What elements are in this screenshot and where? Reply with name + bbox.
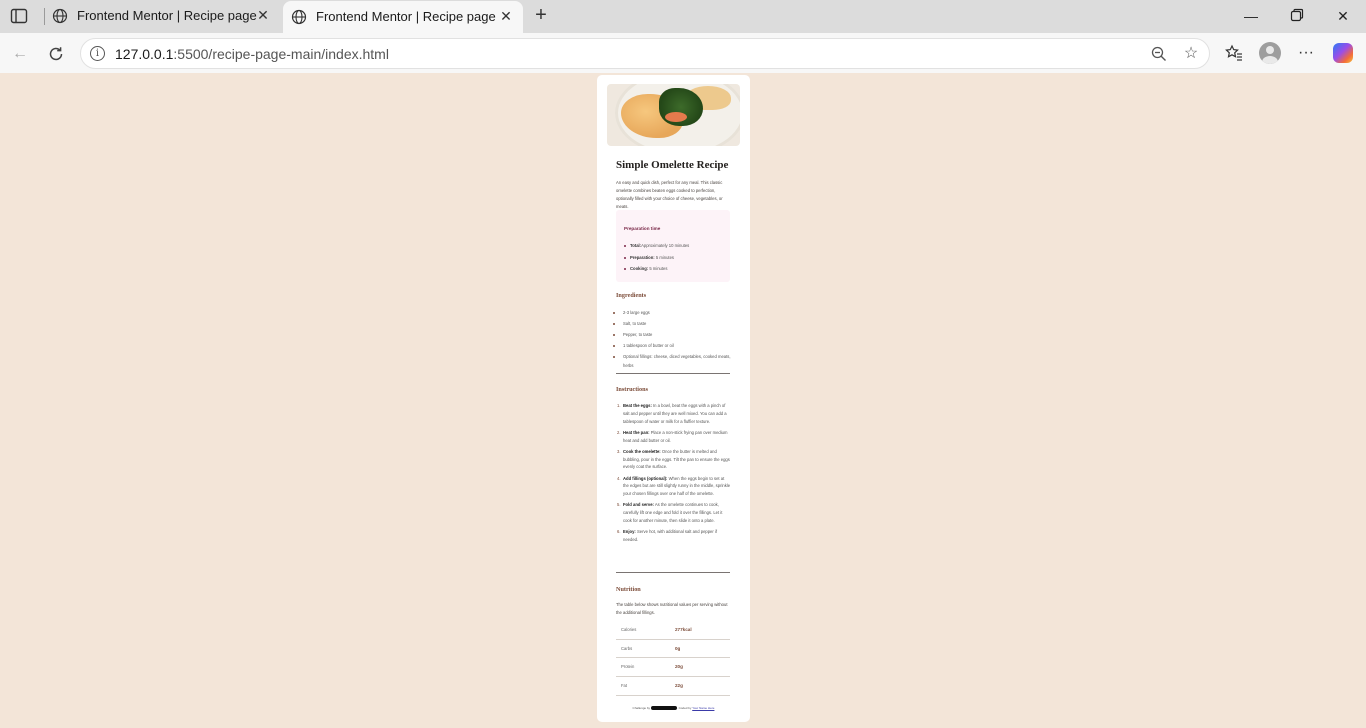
tab-actions-icon[interactable] [10, 8, 28, 24]
instruction-step: Cook the omelette: Once the butter is me… [617, 448, 731, 471]
tab-title: Frontend Mentor | Recipe page [77, 8, 257, 23]
browser-toolbar: ← i 127.0.0.1:5500/recipe-page-main/inde… [0, 33, 1366, 73]
table-row: Fat 22g [616, 677, 730, 696]
attribution: Challenge by . Coded by Your Name Here [611, 706, 736, 711]
reload-icon[interactable] [47, 45, 65, 63]
instruction-step: Add fillings (optional): When the eggs b… [617, 475, 731, 498]
instruction-step: Beat the eggs: In a bowl, beat the eggs … [617, 402, 731, 425]
zoom-out-icon[interactable] [1150, 45, 1168, 63]
minimize-icon[interactable]: — [1243, 8, 1259, 24]
frontend-mentor-link[interactable] [650, 706, 677, 711]
instructions-list: Beat the eggs: In a bowl, beat the eggs … [617, 402, 731, 547]
table-row: Protein 20g [616, 658, 730, 678]
close-window-icon[interactable]: ✕ [1335, 8, 1351, 24]
ingredients-list: 2-3 large eggs Salt, to taste Pepper, to… [613, 308, 733, 373]
favorite-star-icon[interactable]: ☆ [1182, 45, 1200, 63]
step-label: Beat the eggs: [623, 403, 652, 408]
attribution-prefix: Challenge by [632, 706, 651, 710]
nutrition-table: Calories 277kcal Carbs 0g Protein 20g Fat 22… [616, 621, 730, 696]
nutrient-name: Calories [621, 627, 637, 632]
profile-avatar[interactable] [1259, 42, 1281, 64]
prep-heading: Preparation time [624, 226, 661, 231]
new-tab-icon[interactable]: + [531, 5, 551, 25]
prep-item: Cooking: 5 minutes [623, 263, 689, 275]
step-label: Heat the pan: [623, 429, 650, 435]
list-item: 1 tablespoon of butter or oil [613, 341, 733, 350]
step-text: Serve hot, with additional salt and pepp… [623, 529, 718, 542]
nutrient-value: 0g [675, 645, 681, 651]
prep-value: Approximately 10 minutes [641, 243, 690, 248]
list-item: Optional fillings: cheese, diced vegetab… [613, 352, 733, 370]
url-path: :5500/recipe-page-main/index.html [173, 46, 389, 62]
nutrient-value: 22g [675, 683, 683, 689]
tab-active[interactable]: Frontend Mentor | Recipe page ✕ [283, 1, 523, 33]
prep-label: Preparation: [630, 254, 655, 260]
step-label: Cook the omelette: [623, 448, 661, 454]
nutrient-value: 20g [675, 664, 683, 670]
tab-inactive[interactable]: Frontend Mentor | Recipe page ✕ [44, 0, 280, 33]
prep-item: Preparation: 5 minutes [623, 252, 689, 264]
preparation-time-box: Preparation time Total:Approximately 10 … [616, 210, 730, 282]
instruction-step: Fold and serve: As the omelette continue… [617, 501, 731, 524]
prep-label: Total: [630, 243, 642, 248]
close-tab-icon[interactable]: ✕ [256, 8, 270, 22]
instructions-heading: Instructions [616, 386, 648, 393]
nutrient-value: 277kcal [675, 627, 692, 632]
nutrient-name: Carbs [621, 645, 633, 651]
list-item: 2-3 large eggs [613, 308, 733, 317]
step-label: Enjoy: [623, 529, 636, 535]
attribution-mid: . Coded by [676, 706, 692, 710]
address-bar[interactable]: i 127.0.0.1:5500/recipe-page-main/index.… [80, 38, 1210, 69]
back-icon[interactable]: ← [11, 45, 29, 63]
nutrition-intro: The table below shows nutritional values… [616, 602, 728, 615]
prep-item: Total:Approximately 10 minutes [623, 240, 690, 252]
copilot-icon[interactable] [1333, 43, 1353, 63]
step-label: Add fillings (optional): [623, 475, 668, 481]
author-link[interactable]: Your Name Here [692, 706, 714, 710]
close-tab-icon[interactable]: ✕ [499, 9, 513, 23]
list-item: Pepper, to taste [613, 330, 733, 339]
nutrient-name: Protein [621, 664, 635, 670]
nutrition-heading: Nutrition [616, 586, 641, 593]
list-item: Salt, to taste [613, 319, 733, 328]
page-viewport: Simple Omelette Recipe An easy and quick… [3, 73, 1363, 725]
nutrient-name: Fat [621, 683, 628, 689]
recipe-intro: An easy and quick dish, perfect for any … [616, 180, 723, 209]
prep-list: Total:Approximately 10 minutes Preparati… [623, 240, 690, 275]
favorites-icon[interactable] [1224, 43, 1244, 63]
globe-icon [291, 9, 307, 25]
prep-value: 5 minutes [648, 266, 668, 271]
prep-value: 5 minutes [654, 254, 674, 260]
omelette-image [607, 84, 740, 146]
tab-strip: Frontend Mentor | Recipe page ✕ Frontend… [0, 0, 1366, 33]
more-options-icon[interactable]: ··· [1296, 43, 1316, 63]
divider [616, 373, 730, 374]
prep-label: Cooking: [630, 266, 649, 271]
table-row: Carbs 0g [616, 640, 730, 659]
url-text[interactable]: 127.0.0.1:5500/recipe-page-main/index.ht… [115, 46, 389, 62]
restore-icon[interactable] [1289, 8, 1305, 24]
instruction-step: Heat the pan: Place a non-stick frying p… [617, 429, 731, 445]
info-icon[interactable]: i [90, 46, 105, 61]
recipe-card: Simple Omelette Recipe An easy and quick… [597, 75, 750, 722]
ingredients-heading: Ingredients [616, 292, 647, 299]
step-label: Fold and serve: [623, 502, 654, 508]
recipe-title: Simple Omelette Recipe [616, 159, 729, 171]
tab-title: Frontend Mentor | Recipe page [316, 9, 496, 24]
globe-icon [52, 8, 68, 24]
instruction-step: Enjoy: Serve hot, with additional salt a… [617, 528, 731, 544]
divider [616, 572, 730, 573]
url-host: 127.0.0.1 [115, 46, 174, 62]
table-row: Calories 277kcal [616, 621, 730, 640]
